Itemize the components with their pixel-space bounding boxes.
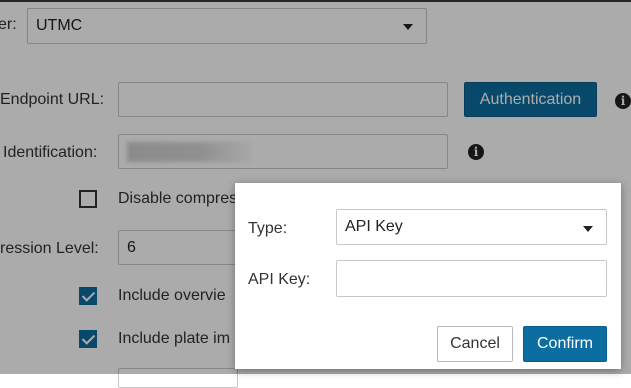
api-key-input[interactable] xyxy=(336,260,607,297)
authentication-dialog: Type: API Key API Key: Cancel Confirm xyxy=(235,183,621,369)
auth-type-value: API Key xyxy=(345,218,403,235)
api-key-label: API Key: xyxy=(248,271,311,288)
confirm-button[interactable]: Confirm xyxy=(523,326,607,362)
type-label: Type: xyxy=(248,220,288,237)
auth-type-select[interactable]: API Key xyxy=(336,209,607,245)
cancel-button[interactable]: Cancel xyxy=(437,326,513,362)
chevron-down-icon xyxy=(583,226,593,232)
